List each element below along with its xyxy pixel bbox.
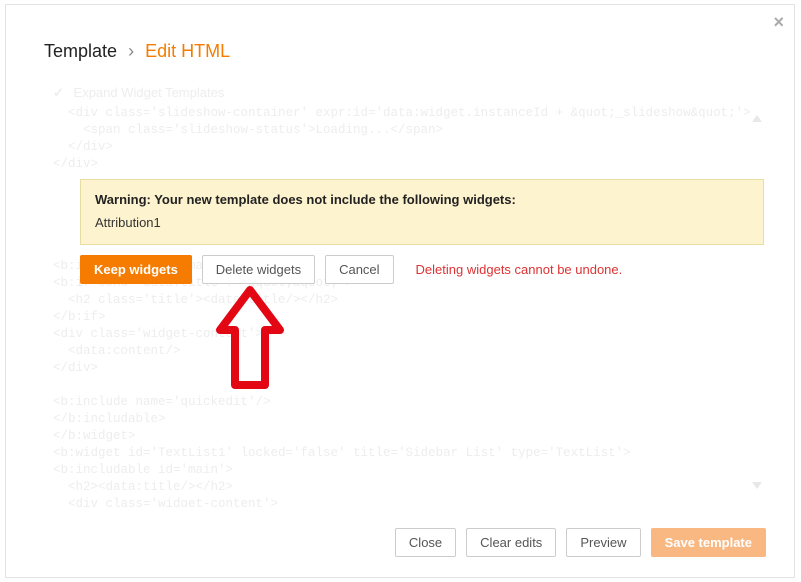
cancel-button[interactable]: Cancel [325, 255, 393, 284]
delete-warning-text: Deleting widgets cannot be undone. [416, 262, 623, 277]
warning-actions: Keep widgets Delete widgets Cancel Delet… [80, 255, 622, 284]
save-template-button[interactable]: Save template [651, 528, 766, 557]
dialog-footer: Close Clear edits Preview Save template [395, 528, 766, 557]
breadcrumb: Template › Edit HTML [44, 41, 230, 62]
warning-panel: Warning: Your new template does not incl… [80, 179, 764, 245]
dialog-frame: × Template › Edit HTML ✓ Expand Widget T… [5, 4, 795, 578]
preview-button[interactable]: Preview [566, 528, 640, 557]
scroll-up-icon[interactable] [752, 115, 762, 122]
close-icon[interactable]: × [773, 13, 784, 31]
close-button[interactable]: Close [395, 528, 456, 557]
html-editor[interactable]: <div class='slideshow-container' expr:id… [53, 105, 766, 507]
breadcrumb-root: Template [44, 41, 117, 61]
clear-edits-button[interactable]: Clear edits [466, 528, 556, 557]
chevron-right-icon: › [128, 41, 134, 61]
warning-item: Attribution1 [95, 215, 749, 230]
check-icon: ✓ [53, 85, 64, 101]
breadcrumb-leaf: Edit HTML [145, 41, 230, 61]
warning-title: Warning: Your new template does not incl… [95, 192, 749, 207]
delete-widgets-button[interactable]: Delete widgets [202, 255, 315, 284]
scroll-down-icon[interactable] [752, 482, 762, 489]
keep-widgets-button[interactable]: Keep widgets [80, 255, 192, 284]
expand-widget-templates[interactable]: ✓ Expand Widget Templates [53, 85, 224, 101]
expand-label: Expand Widget Templates [74, 85, 225, 100]
